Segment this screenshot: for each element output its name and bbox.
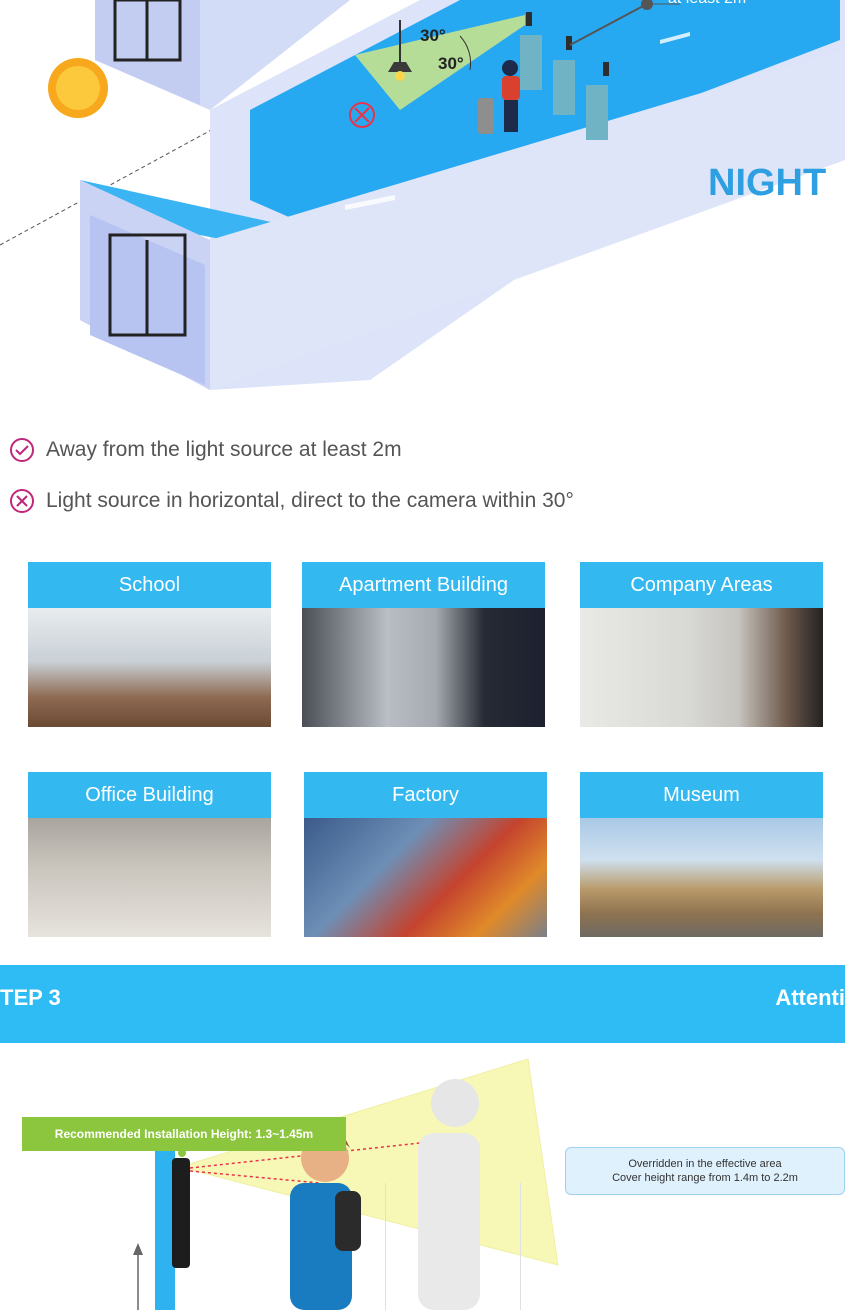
scenario-school: School xyxy=(28,562,271,727)
scenario-label: Company Areas xyxy=(580,562,823,608)
scenario-company: Company Areas xyxy=(580,562,823,727)
coverage-note: Overridden in the effective area Cover h… xyxy=(565,1147,845,1195)
step-title: TEP 3 xyxy=(0,985,61,1010)
angle-label-2: 30° xyxy=(438,54,464,73)
scenario-label: Museum xyxy=(580,772,823,818)
scenario-museum: Museum xyxy=(580,772,823,937)
company-photo xyxy=(580,608,823,727)
factory-photo xyxy=(304,818,547,937)
recommended-height-label: Recommended Installation Height: 1.3~1.4… xyxy=(22,1117,346,1151)
scenario-label: Factory xyxy=(304,772,547,818)
check-item-bad-text: Light source in horizontal, direct to th… xyxy=(46,489,574,512)
check-item-good: Away from the light source at least 2m xyxy=(8,436,402,464)
angle-label-1: 30° xyxy=(420,26,446,45)
office-photo xyxy=(28,818,271,937)
scenario-label: Office Building xyxy=(28,772,271,818)
apartment-photo xyxy=(302,608,545,727)
coverage-note-line1: Overridden in the effective area xyxy=(628,1158,782,1170)
check-item-bad: Light source in horizontal, direct to th… xyxy=(8,487,574,515)
scenario-label: School xyxy=(28,562,271,608)
scenario-apartment: Apartment Building xyxy=(302,562,545,727)
distance-label: at least 2m xyxy=(668,0,746,8)
night-label: NIGHT xyxy=(708,162,827,204)
step-banner: TEP 3 Attenti xyxy=(0,965,845,1043)
school-photo xyxy=(28,608,271,727)
x-circle-icon xyxy=(10,489,34,513)
check-item-good-text: Away from the light source at least 2m xyxy=(46,438,402,461)
scenario-factory: Factory xyxy=(304,772,547,937)
scenario-label: Apartment Building xyxy=(302,562,545,608)
scenario-office: Office Building xyxy=(28,772,271,937)
check-circle-icon xyxy=(10,438,34,462)
step-attention: Attenti xyxy=(775,985,845,1010)
museum-photo xyxy=(580,818,823,937)
coverage-note-line2: Cover height range from 1.4m to 2.2m xyxy=(612,1172,798,1184)
